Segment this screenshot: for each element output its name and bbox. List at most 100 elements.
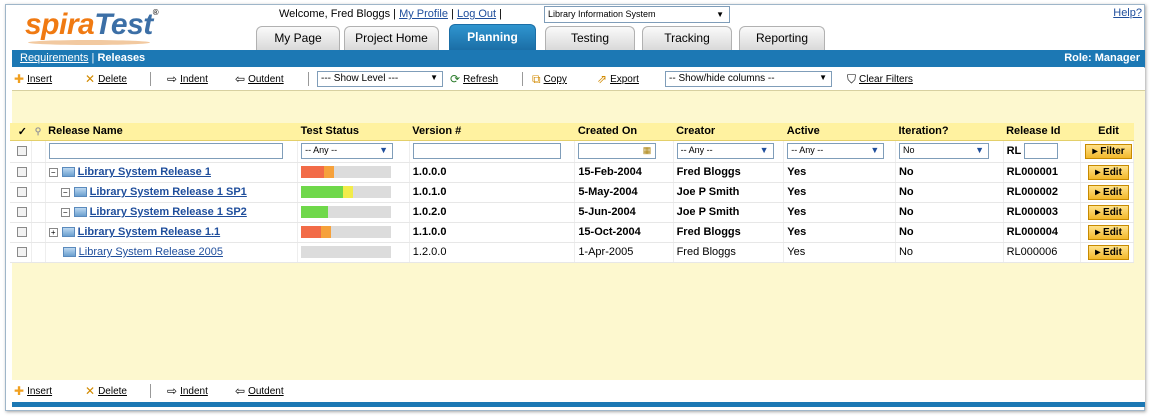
release-id-filter-input[interactable] (1024, 143, 1059, 159)
active-filter-select[interactable]: -- Any -- ▼ (787, 143, 885, 159)
column-creator[interactable]: Creator (673, 123, 784, 141)
app-window: spiraTest® Welcome, Fred Bloggs | My Pro… (0, 0, 1156, 417)
log-out-link[interactable]: Log Out (457, 8, 496, 20)
edit-button-label: Edit (1103, 246, 1122, 258)
filter-icon: ⛉ (847, 72, 857, 86)
creator-filter-select[interactable]: -- Any -- ▼ (676, 143, 774, 159)
filter-row: -- Any -- ▼ ▦ -- Any -- ▼ -- Any -- ▼ No ▼ R… (10, 140, 1134, 163)
outdent-icon: ⇦ (235, 72, 246, 86)
table-row: − Library System Release 1 SP1 1.0.1.0 5-… (10, 182, 1134, 203)
paperclip-icon: ⚲ (34, 126, 42, 137)
edit-button[interactable]: ▸ Edit (1088, 224, 1129, 240)
column-release-id[interactable]: Release Id (1003, 123, 1081, 141)
column-release-name[interactable]: Release Name (45, 123, 298, 141)
edit-button-label: Edit (1103, 186, 1122, 198)
iteration-cell: No (895, 182, 1004, 203)
delete-label: Delete (98, 74, 127, 85)
test-status-bar (301, 186, 392, 199)
spiratest-logo: spiraTest® (25, 8, 159, 42)
release-name-link[interactable]: Library System Release 1 SP2 (90, 206, 247, 218)
column-version[interactable]: Version # (409, 123, 575, 141)
outdent-label: Outdent (248, 386, 284, 397)
my-profile-link[interactable]: My Profile (399, 8, 448, 20)
help-link[interactable]: Help? (1113, 7, 1142, 19)
tab-reporting[interactable]: Reporting (739, 26, 825, 50)
tab-my-page[interactable]: My Page (256, 26, 340, 50)
active-cell: Yes (783, 162, 896, 183)
insert-button[interactable]: ✚ Insert (14, 72, 52, 86)
edit-button[interactable]: ▸ Edit (1088, 164, 1129, 180)
export-label: Export (610, 74, 639, 85)
copy-button[interactable]: ⧉ Copy (532, 72, 567, 87)
toolbar-divider (150, 384, 151, 398)
refresh-button[interactable]: ⟳ Refresh (450, 72, 498, 86)
clear-filters-button[interactable]: ⛉ Clear Filters (847, 72, 913, 87)
column-active[interactable]: Active (783, 123, 896, 141)
test-status-bar (301, 246, 392, 259)
active-cell: Yes (783, 222, 896, 243)
outdent-button[interactable]: ⇦ Outdent (235, 72, 284, 86)
chevron-down-icon: ▼ (975, 145, 984, 155)
tab-project-home[interactable]: Project Home (344, 26, 439, 50)
delete-button[interactable]: ✕ Delete (85, 384, 127, 398)
select-all-checkbox[interactable] (17, 146, 28, 157)
attachment-header: ⚲ (31, 123, 46, 141)
collapse-icon[interactable]: − (60, 187, 70, 197)
test-status-bar (301, 226, 392, 239)
breadcrumb-requirements[interactable]: Requirements (20, 52, 88, 64)
created-cell: 15-Oct-2004 (574, 222, 674, 243)
created-cell: 5-May-2004 (574, 182, 674, 203)
created-on-filter-input[interactable]: ▦ (578, 143, 657, 159)
column-created-on[interactable]: Created On (574, 123, 674, 141)
select-all-header[interactable]: ✓ (10, 123, 32, 141)
outdent-button[interactable]: ⇦ Outdent (235, 384, 284, 398)
attachment-cell (31, 222, 46, 243)
release-name-link[interactable]: Library System Release 1 SP1 (90, 186, 247, 198)
version-filter-input[interactable] (412, 143, 561, 159)
insert-icon: ✚ (14, 384, 25, 398)
delete-button[interactable]: ✕ Delete (85, 72, 127, 86)
chevron-down-icon: ▼ (870, 145, 880, 155)
table-row: − Library System Release 1 SP2 1.0.2.0 5-… (10, 202, 1134, 223)
insert-button[interactable]: ✚ Insert (14, 384, 52, 398)
row-checkbox[interactable] (17, 207, 28, 218)
release-name-filter-input[interactable] (48, 143, 283, 159)
iteration-cell: No (895, 222, 1004, 243)
edit-button[interactable]: ▸ Edit (1088, 184, 1129, 200)
collapse-icon[interactable]: − (60, 207, 70, 217)
row-checkbox[interactable] (17, 227, 28, 238)
collapse-icon[interactable]: − (48, 167, 58, 177)
indent-button[interactable]: ⇨ Indent (167, 72, 208, 86)
row-checkbox[interactable] (17, 167, 28, 178)
release-name-link[interactable]: Library System Release 1.1 (78, 226, 220, 238)
column-test-status[interactable]: Test Status (297, 123, 410, 141)
releases-grid: ✓ ⚲ Release Name Test Status Version # C… (10, 123, 1134, 263)
outdent-label: Outdent (248, 74, 284, 85)
row-checkbox[interactable] (17, 187, 28, 198)
tab-tracking[interactable]: Tracking (642, 26, 732, 50)
copy-icon: ⧉ (532, 72, 541, 86)
release-name-link[interactable]: Library System Release 2005 (79, 246, 223, 258)
filter-button[interactable]: ▸ Filter (1085, 143, 1132, 159)
row-checkbox[interactable] (17, 247, 28, 258)
iteration-filter-value: No (902, 145, 915, 155)
iteration-filter-select[interactable]: No ▼ (898, 143, 989, 159)
calendar-icon[interactable]: ▦ (643, 145, 652, 156)
indent-button[interactable]: ⇨ Indent (167, 384, 208, 398)
edit-button[interactable]: ▸ Edit (1088, 204, 1129, 220)
show-hide-columns-select[interactable]: -- Show/hide columns -- ▼ (665, 71, 832, 87)
export-button[interactable]: ⇗ Export (597, 72, 639, 86)
table-row: − Library System Release 1 1.0.0.0 15-Feb… (10, 162, 1134, 183)
test-status-filter-select[interactable]: -- Any -- ▼ (301, 143, 394, 159)
tab-planning[interactable]: Planning (449, 24, 536, 50)
created-cell: 15-Feb-2004 (574, 162, 674, 183)
release-name-link[interactable]: Library System Release 1 (78, 166, 211, 178)
expand-icon[interactable]: + (48, 227, 58, 237)
project-select[interactable]: Library Information System ▼ (544, 6, 730, 23)
column-iteration[interactable]: Iteration? (895, 123, 1004, 141)
status-passed-segment (301, 206, 329, 219)
show-level-select[interactable]: --- Show Level --- ▼ (317, 71, 443, 87)
tab-testing[interactable]: Testing (545, 26, 635, 50)
edit-button[interactable]: ▸ Edit (1088, 244, 1129, 260)
active-cell: Yes (783, 242, 896, 263)
